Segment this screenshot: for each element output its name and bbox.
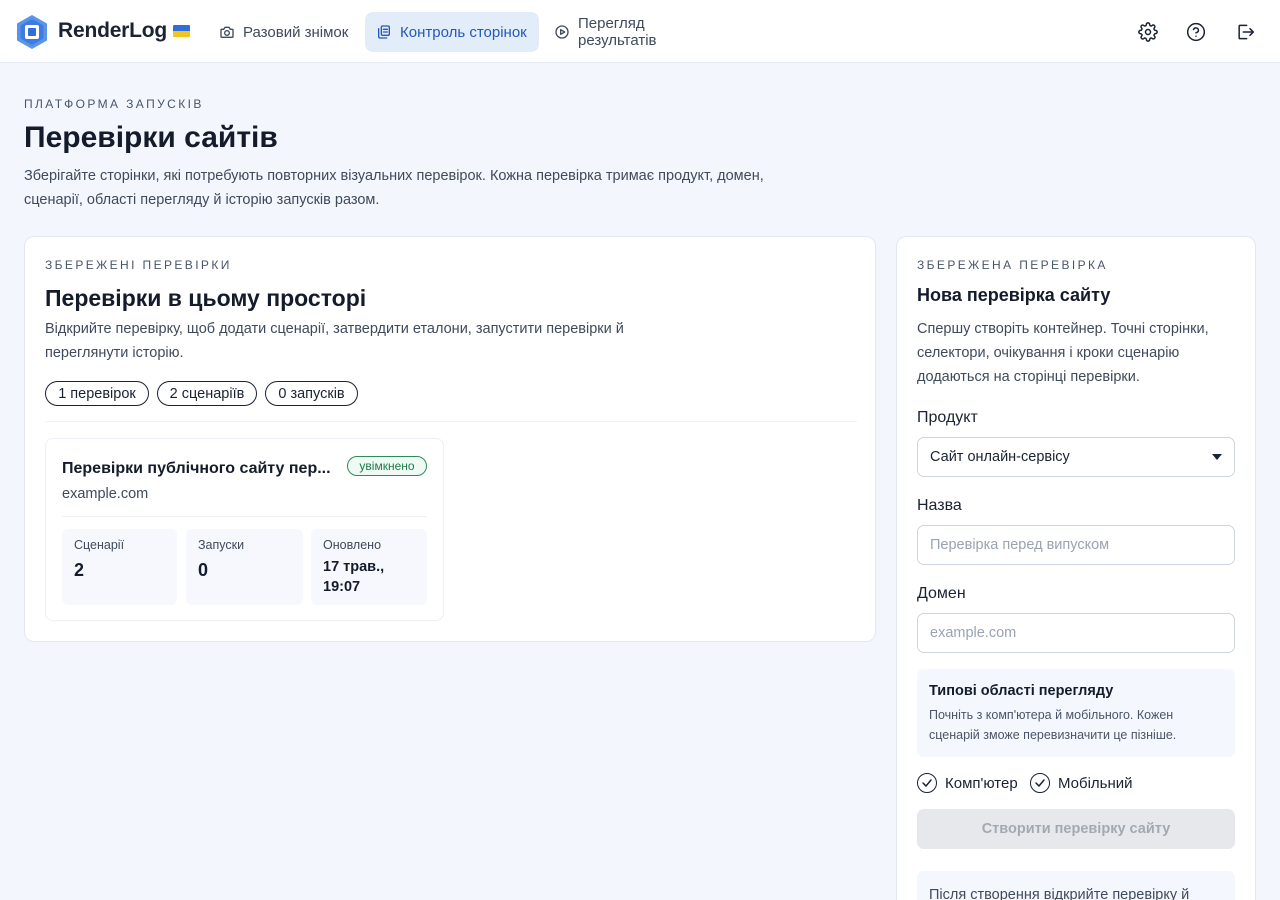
stat-value: 17 трав., 19:07 [323,559,385,595]
stat-value: 0 [198,560,209,580]
stat-runs: Запуски 0 [186,529,303,605]
viewports-info-box: Типові області перегляду Почніть з комп'… [917,669,1235,757]
viewports-description: Почніть з комп'ютера й мобільного. Кожен… [929,708,1177,742]
nav-tab-label: Контроль сторінок [400,23,527,41]
checkbox-label: Комп'ютер [945,774,1018,792]
after-create-note-text: Після створення відкрийте перевірку й [929,887,1190,900]
mobile-viewport-checkbox[interactable]: Мобільний [1030,773,1133,793]
new-check-panel: ЗБЕРЕЖЕНА ПЕРЕВІРКА Нова перевірка сайту… [896,236,1256,900]
divider [62,516,427,517]
check-title[interactable]: Перевірки публічного сайту пер... [62,460,337,478]
saved-checks-panel: ЗБЕРЕЖЕНІ ПЕРЕВІРКИ Перевірки в цьому пр… [24,236,876,642]
nav-tab-single-snapshot[interactable]: Разовий знімок [208,12,361,52]
stat-scenarios: Сценарії 2 [62,529,177,605]
brand-name[interactable]: RenderLog [58,19,167,43]
nav-tab-label: Перегляд результатів [578,15,657,49]
checkmark-icon[interactable] [1030,773,1050,793]
page-eyebrow: ПЛАТФОРМА ЗАПУСКІВ [24,97,204,111]
camera-icon [220,26,234,38]
stat-label: Сценарії [74,538,125,552]
checkmark-icon[interactable] [917,773,937,793]
check-card[interactable]: Перевірки публічного сайту пер... увімкн… [45,438,444,621]
checkbox-label: Мобільний [1058,774,1133,792]
create-check-button[interactable]: Створити перевірку сайту [917,809,1235,849]
divider [45,421,857,422]
check-domain: example.com [62,486,149,502]
runs-count-pill: 0 запусків [265,381,358,406]
status-badge: увімкнено [347,456,427,476]
viewports-title: Типові області перегляду [929,683,1114,699]
product-label: Продукт [917,409,978,426]
saved-checks-description: Відкрийте перевірку, щоб додати сценарії… [45,321,624,361]
stat-updated: Оновлено 17 трав., 19:07 [311,529,427,605]
domain-input[interactable] [917,613,1235,653]
caret-down-icon [1212,454,1222,460]
nav-tab-results[interactable]: Перегляд результатів [543,12,738,52]
pages-icon [378,25,390,39]
desktop-viewport-checkbox[interactable]: Комп'ютер [917,773,1018,793]
name-label: Назва [917,497,962,514]
saved-checks-title: Перевірки в цьому просторі [45,285,367,311]
stat-label: Оновлено [323,538,382,552]
page-title: Перевірки сайтів [24,121,278,154]
new-check-title: Нова перевірка сайту [917,285,1111,305]
checks-count-pill: 1 перевірок [45,381,149,406]
name-input[interactable] [917,525,1235,565]
new-check-description: Спершу створіть контейнер. Точні сторінк… [917,321,1209,385]
renderlog-logo-icon[interactable] [16,14,48,50]
saved-checks-eyebrow: ЗБЕРЕЖЕНІ ПЕРЕВІРКИ [45,258,232,272]
page-description: Зберігайте сторінки, які потребують повт… [24,168,764,208]
stat-label: Запуски [198,538,245,552]
nav-tab-page-control[interactable]: Контроль сторінок [365,12,539,52]
help-icon[interactable] [1185,21,1207,43]
domain-label: Домен [917,585,966,602]
after-create-note: Після створення відкрийте перевірку й [917,871,1235,900]
logout-icon[interactable] [1234,21,1256,43]
product-select[interactable]: Сайт онлайн-сервісу [917,437,1235,477]
top-bar: RenderLog Разовий знімок Контроль сторін… [0,0,1280,63]
stat-value: 2 [74,560,85,580]
gear-icon[interactable] [1137,21,1159,43]
play-circle-icon [555,25,569,39]
scenarios-count-pill: 2 сценаріїв [157,381,257,406]
new-check-eyebrow: ЗБЕРЕЖЕНА ПЕРЕВІРКА [917,258,1108,272]
nav-tab-label: Разовий знімок [243,23,349,41]
ukraine-flag-icon [173,25,190,37]
product-select-value: Сайт онлайн-сервісу [930,449,1070,465]
